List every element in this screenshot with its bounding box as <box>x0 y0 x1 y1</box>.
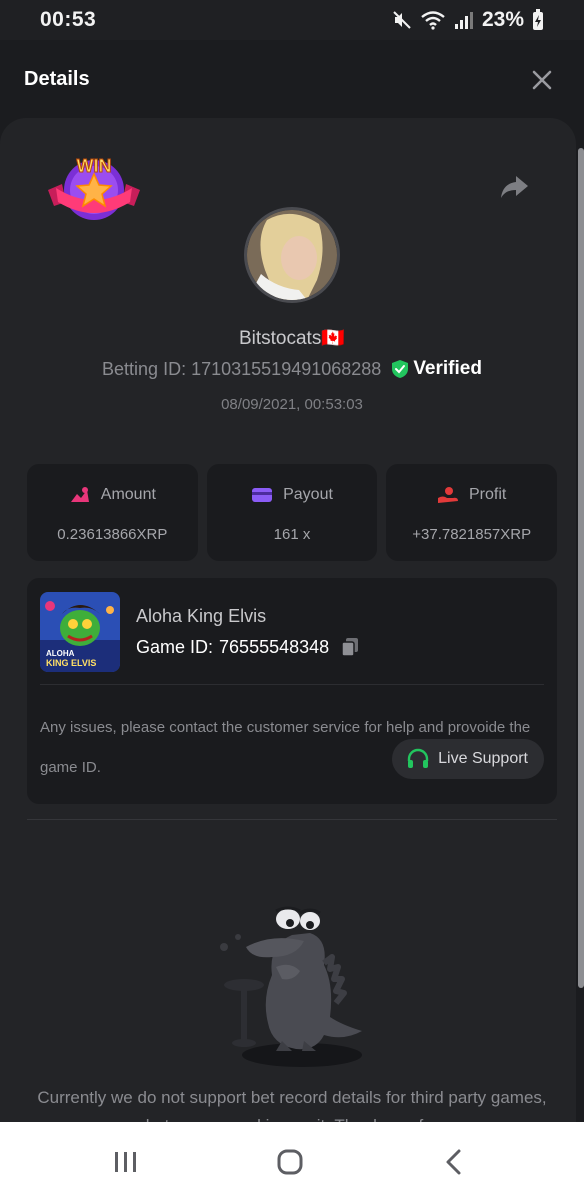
live-support-button[interactable]: Live Support <box>392 739 544 779</box>
divider <box>27 819 557 820</box>
status-bar: 00:53 23% <box>0 0 584 40</box>
game-thumbnail[interactable]: ALOHA KING ELVIS <box>40 592 120 672</box>
bet-stats: Amount 0.23613866XRP Payout 161 x Profit… <box>27 464 558 561</box>
country-flag: 🇨🇦 <box>321 328 346 349</box>
battery-percent: 23% <box>481 8 524 31</box>
status-icons: 23% <box>392 8 544 32</box>
headset-icon <box>407 748 429 768</box>
close-button[interactable] <box>528 66 556 94</box>
betting-id-label: Betting ID: <box>102 358 187 379</box>
back-icon <box>446 1149 461 1175</box>
game-art: ALOHA KING ELVIS <box>40 592 120 672</box>
system-nav-bar <box>0 1122 584 1200</box>
copy-icon[interactable] <box>339 636 361 658</box>
verified-label: Verified <box>413 358 482 379</box>
user-photo <box>247 210 337 300</box>
avatar <box>244 207 340 303</box>
recent-apps-button[interactable] <box>106 1142 146 1182</box>
game-card: ALOHA KING ELVIS Aloha King Elvis Game I… <box>27 578 557 804</box>
divider <box>40 684 544 685</box>
home-button[interactable] <box>270 1142 310 1182</box>
close-icon <box>532 70 552 90</box>
recent-apps-icon <box>115 1152 136 1172</box>
verified-badge: Verified <box>391 358 482 380</box>
stat-profit: Profit +37.7821857XRP <box>386 464 558 561</box>
profit-hand-icon <box>438 487 458 503</box>
stat-payout: Payout 161 x <box>206 464 378 561</box>
win-badge-icon: WIN <box>48 156 140 220</box>
status-time: 00:53 <box>40 8 97 31</box>
betting-id-row: Betting ID: 1710315519491068288 Verified <box>0 358 584 380</box>
stat-amount: Amount 0.23613866XRP <box>27 464 198 561</box>
share-button[interactable] <box>500 174 530 200</box>
username: Bitstocats🇨🇦 <box>0 326 584 350</box>
shield-check-icon <box>392 360 409 378</box>
game-name: Aloha King Elvis <box>136 606 267 626</box>
stat-payout-label: Payout <box>283 486 333 503</box>
home-icon <box>277 1149 303 1175</box>
bet-datetime: 08/09/2021, 00:53:03 <box>221 396 363 413</box>
stat-amount-value: 0.23613866XRP <box>57 526 168 543</box>
game-id-label: Game ID: <box>136 636 214 657</box>
payout-card-icon <box>252 488 273 502</box>
betting-id-value: 1710315519491068288 <box>191 358 382 379</box>
wifi-icon <box>421 11 445 30</box>
game-art-text-bottom: KING ELVIS <box>46 658 96 668</box>
details-header: Details <box>0 40 584 118</box>
stat-amount-label: Amount <box>100 486 156 503</box>
signal-icon <box>454 12 473 29</box>
win-badge-text: WIN <box>77 156 112 176</box>
mute-icon <box>393 11 411 29</box>
share-icon <box>501 176 528 198</box>
battery-charging-icon <box>533 9 543 30</box>
scrollbar[interactable] <box>578 148 584 988</box>
game-id-value: 76555548348 <box>219 636 330 657</box>
stat-payout-value: 161 x <box>273 526 311 543</box>
back-button[interactable] <box>434 1142 474 1182</box>
page-title: Details <box>24 68 90 90</box>
game-id-row: Game ID: 76555548348 <box>136 636 361 658</box>
username-text: Bitstocats <box>238 328 322 349</box>
crocodile-mascot-illustration <box>220 906 362 1067</box>
stat-profit-label: Profit <box>469 486 507 503</box>
amount-icon <box>70 487 89 502</box>
live-support-label: Live Support <box>438 750 528 767</box>
stat-profit-value: +37.7821857XRP <box>412 526 532 543</box>
game-art-text-top: ALOHA <box>46 649 75 658</box>
